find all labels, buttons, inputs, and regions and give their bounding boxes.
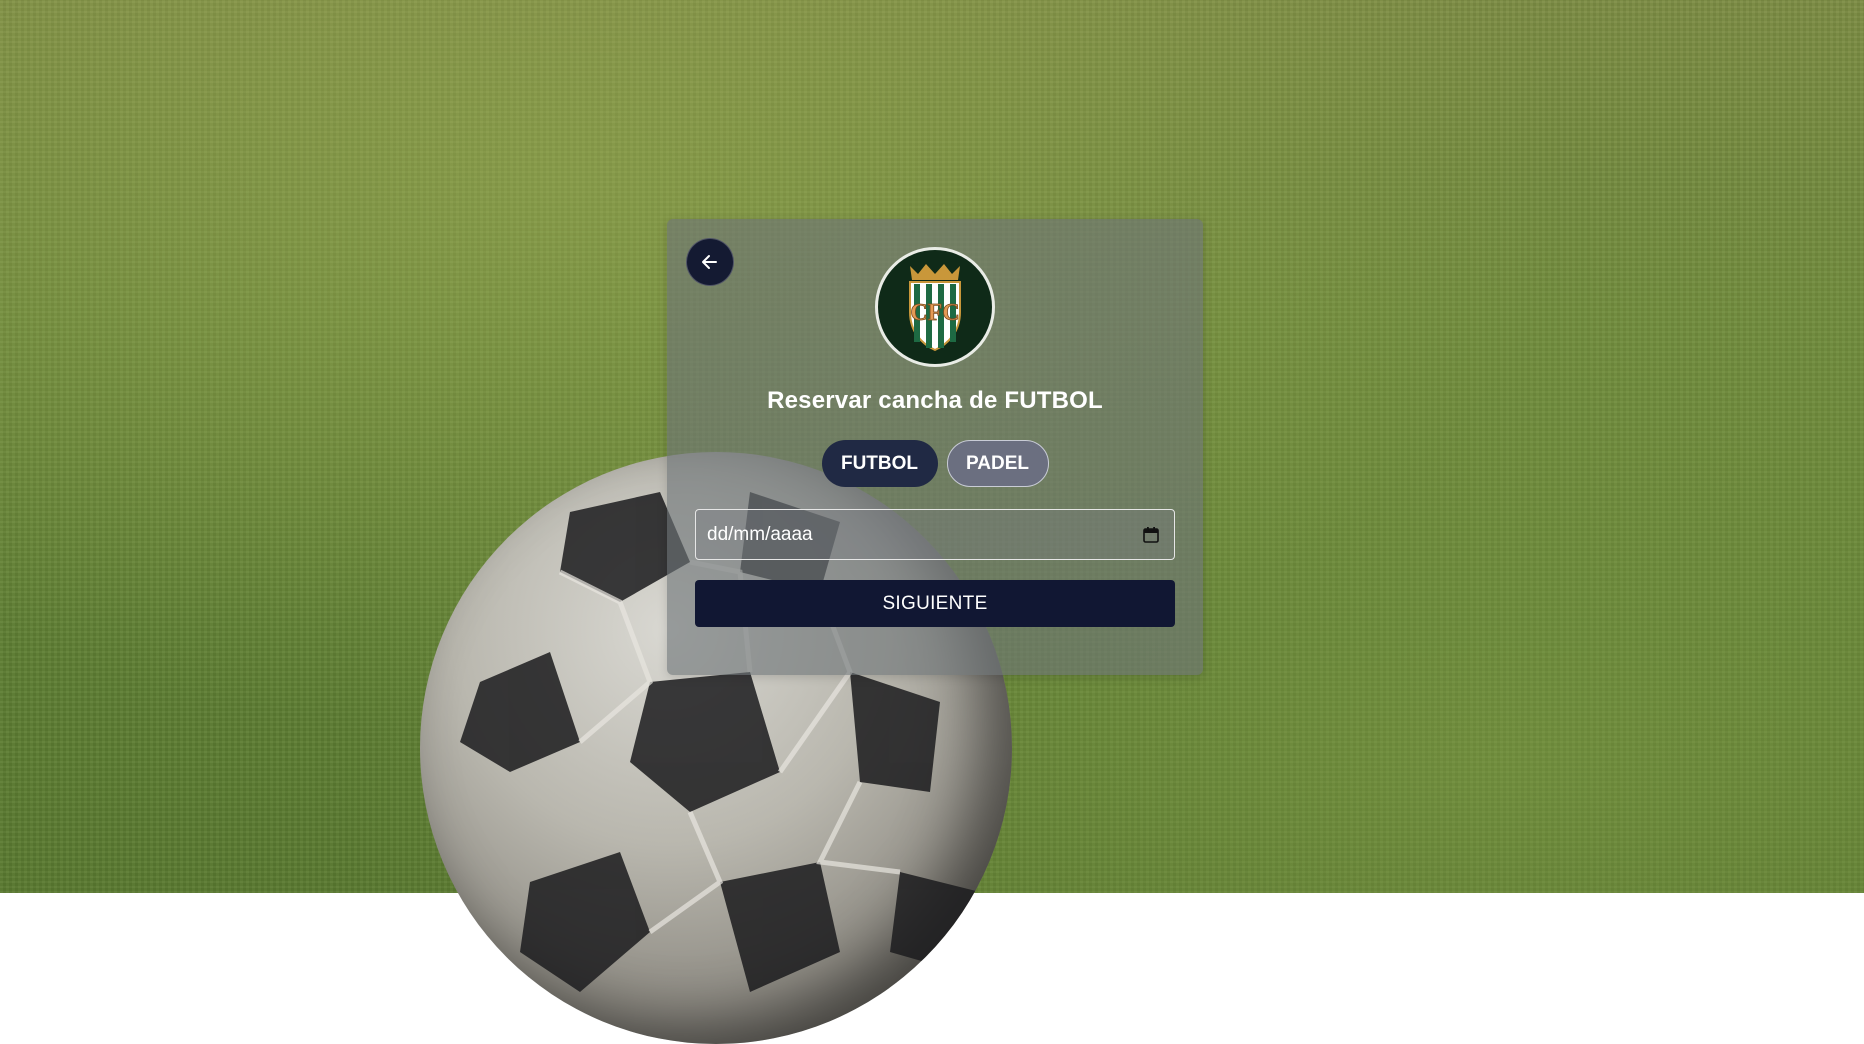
reservation-card: CFC Reservar cancha de FUTBOL FUTBOL PAD…	[667, 219, 1203, 675]
calendar-icon[interactable]	[1140, 524, 1162, 546]
logo-text: CFC	[910, 300, 959, 326]
date-input[interactable]: dd/mm/aaaa	[695, 509, 1175, 560]
back-button[interactable]	[686, 238, 734, 286]
tab-padel[interactable]: PADEL	[946, 440, 1049, 487]
sport-selector: FUTBOL PADEL	[667, 440, 1203, 487]
page-title: Reservar cancha de FUTBOL	[767, 387, 1103, 414]
arrow-left-icon	[702, 255, 717, 269]
tab-futbol[interactable]: FUTBOL	[821, 440, 938, 487]
next-button[interactable]: SIGUIENTE	[695, 580, 1175, 627]
date-placeholder: dd/mm/aaaa	[707, 523, 813, 545]
club-logo: CFC	[875, 247, 995, 367]
